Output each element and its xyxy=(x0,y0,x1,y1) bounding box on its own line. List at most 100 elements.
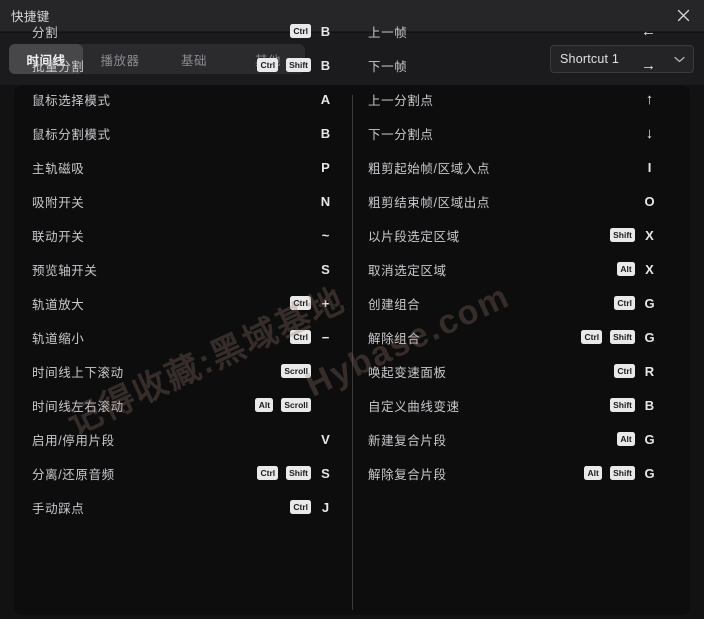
shortcut-label: 主轨磁吸 xyxy=(32,161,85,176)
shortcut-row[interactable]: 下一分割点 ↓ xyxy=(368,116,656,150)
shortcut-keys: S xyxy=(319,263,332,276)
modifier-key-badge: Ctrl xyxy=(257,58,279,72)
shortcut-label: 轨道放大 xyxy=(32,297,85,312)
shortcut-row[interactable]: 唤起变速面板 Ctrl R xyxy=(368,354,656,388)
modifier-key-badge: Ctrl xyxy=(290,296,311,310)
shortcut-row[interactable]: 上一分割点 ↑ xyxy=(368,82,656,116)
shortcut-row[interactable]: 手动踩点 Ctrl J xyxy=(32,490,332,524)
modifier-key-badge: Shift xyxy=(286,58,311,72)
shortcut-keys: P xyxy=(319,161,332,174)
shortcut-row[interactable]: 分割 Ctrl B xyxy=(32,14,332,48)
shortcut-label: 批量分割 xyxy=(32,59,85,74)
shortcut-key: G xyxy=(644,295,655,311)
shortcut-key: I xyxy=(647,159,652,175)
modifier-key-badge: Shift xyxy=(610,330,635,344)
shortcut-key: + xyxy=(321,295,330,311)
shortcut-list-left: 分割 Ctrl B 批量分割 Ctrl Shift B 鼠标选择模式 A 鼠标分割模式 B 主轨磁吸 P… xyxy=(32,14,332,524)
shortcut-key: G xyxy=(644,431,655,447)
shortcut-keys: I xyxy=(643,161,656,174)
shortcut-keys: ↑ xyxy=(643,92,656,107)
shortcut-keys: Ctrl R xyxy=(614,364,656,378)
shortcut-key: B xyxy=(320,23,331,39)
shortcut-label: 上一帧 xyxy=(368,25,408,40)
shortcut-row[interactable]: 时间线左右滚动 Alt Scroll xyxy=(32,388,332,422)
shortcut-row[interactable]: 上一帧 ← xyxy=(368,14,656,48)
shortcut-row[interactable]: 自定义曲线变速 Shift B xyxy=(368,388,656,422)
shortcut-key: J xyxy=(321,499,330,515)
shortcut-row[interactable]: 联动开关 ~ xyxy=(32,218,332,252)
shortcut-row[interactable]: 创建组合 Ctrl G xyxy=(368,286,656,320)
modifier-key-badge: Alt xyxy=(617,432,635,446)
shortcut-label: 分离/还原音频 xyxy=(32,467,115,482)
shortcut-label: 预览轴开关 xyxy=(32,263,98,278)
shortcut-row[interactable]: 下一帧 → xyxy=(368,48,656,82)
shortcut-label: 粗剪结束帧/区域出点 xyxy=(368,195,490,210)
shortcut-label: 时间线左右滚动 xyxy=(32,399,124,414)
shortcut-key: X xyxy=(645,227,654,243)
modifier-key-badge: Ctrl xyxy=(290,24,311,38)
shortcut-row[interactable]: 批量分割 Ctrl Shift B xyxy=(32,48,332,82)
shortcut-keys: Alt X xyxy=(617,262,656,276)
shortcut-row[interactable]: 启用/停用片段 V xyxy=(32,422,332,456)
shortcut-row[interactable]: 吸附开关 N xyxy=(32,184,332,218)
modifier-key-badge: Ctrl xyxy=(290,500,311,514)
modifier-key-badge: Ctrl xyxy=(614,364,635,378)
shortcut-label: 鼠标选择模式 xyxy=(32,93,111,108)
shortcut-row[interactable]: 时间线上下滚动 Scroll xyxy=(32,354,332,388)
shortcut-row[interactable]: 以片段选定区域 Shift X xyxy=(368,218,656,252)
modifier-key-badge: Scroll xyxy=(281,398,311,412)
shortcut-key: N xyxy=(320,193,331,209)
shortcut-key: ~ xyxy=(321,227,330,243)
shortcut-label: 创建组合 xyxy=(368,297,421,312)
column-divider xyxy=(352,95,353,610)
shortcut-keys: → xyxy=(641,58,656,73)
shortcut-key: G xyxy=(644,329,655,345)
shortcut-key: O xyxy=(644,193,655,209)
close-button[interactable] xyxy=(662,0,704,32)
shortcut-key: P xyxy=(321,159,330,175)
shortcut-keys: ← xyxy=(641,24,656,39)
shortcut-row[interactable]: 解除组合 Ctrl Shift G xyxy=(368,320,656,354)
shortcut-row[interactable]: 鼠标分割模式 B xyxy=(32,116,332,150)
modifier-key-badge: Scroll xyxy=(281,364,311,378)
shortcut-key: V xyxy=(321,431,330,447)
shortcut-label: 上一分割点 xyxy=(368,93,434,108)
shortcut-keys: Ctrl B xyxy=(290,24,332,38)
modifier-key-badge: Alt xyxy=(584,466,603,480)
modifier-key-badge: Alt xyxy=(255,398,274,412)
shortcut-label: 下一帧 xyxy=(368,59,408,74)
shortcut-key: B xyxy=(320,125,331,141)
shortcut-keys: Ctrl − xyxy=(290,330,332,344)
shortcut-row[interactable]: 轨道缩小 Ctrl − xyxy=(32,320,332,354)
shortcut-row[interactable]: 新建复合片段 Alt G xyxy=(368,422,656,456)
shortcut-label: 解除复合片段 xyxy=(368,467,447,482)
shortcut-label: 解除组合 xyxy=(368,331,421,346)
shortcut-row[interactable]: 分离/还原音频 Ctrl Shift S xyxy=(32,456,332,490)
shortcut-key: B xyxy=(320,57,331,73)
shortcut-row[interactable]: 取消选定区域 Alt X xyxy=(368,252,656,286)
shortcut-keys: Ctrl Shift B xyxy=(257,58,332,72)
shortcuts-dialog: 快捷键 时间线播放器基础其他 Shortcut 1 分割CtrlB批量分割Ctr… xyxy=(0,0,704,619)
shortcut-row[interactable]: 轨道放大 Ctrl + xyxy=(32,286,332,320)
shortcut-keys: B xyxy=(319,127,332,140)
modifier-key-badge: Alt xyxy=(617,262,635,276)
shortcut-row[interactable]: 主轨磁吸 P xyxy=(32,150,332,184)
shortcut-keys: Alt G xyxy=(617,432,656,446)
shortcut-key: − xyxy=(321,329,330,345)
shortcut-row[interactable]: 解除复合片段 Alt Shift G xyxy=(368,456,656,490)
shortcut-row[interactable]: 鼠标选择模式 A xyxy=(32,82,332,116)
shortcut-keys: N xyxy=(319,195,332,208)
shortcut-row[interactable]: 粗剪结束帧/区域出点 O xyxy=(368,184,656,218)
shortcut-keys: Shift B xyxy=(610,398,656,412)
shortcut-row[interactable]: 粗剪起始帧/区域入点 I xyxy=(368,150,656,184)
shortcut-label: 自定义曲线变速 xyxy=(368,399,460,414)
shortcut-key: ↓ xyxy=(645,124,654,142)
shortcut-label: 手动踩点 xyxy=(32,501,85,516)
shortcut-label: 启用/停用片段 xyxy=(32,433,115,448)
shortcut-key: X xyxy=(645,261,654,277)
shortcut-keys: Scroll xyxy=(281,364,332,378)
shortcut-row[interactable]: 预览轴开关 S xyxy=(32,252,332,286)
modifier-key-badge: Shift xyxy=(610,398,635,412)
shortcut-label: 粗剪起始帧/区域入点 xyxy=(368,161,490,176)
shortcut-keys: A xyxy=(319,93,332,106)
